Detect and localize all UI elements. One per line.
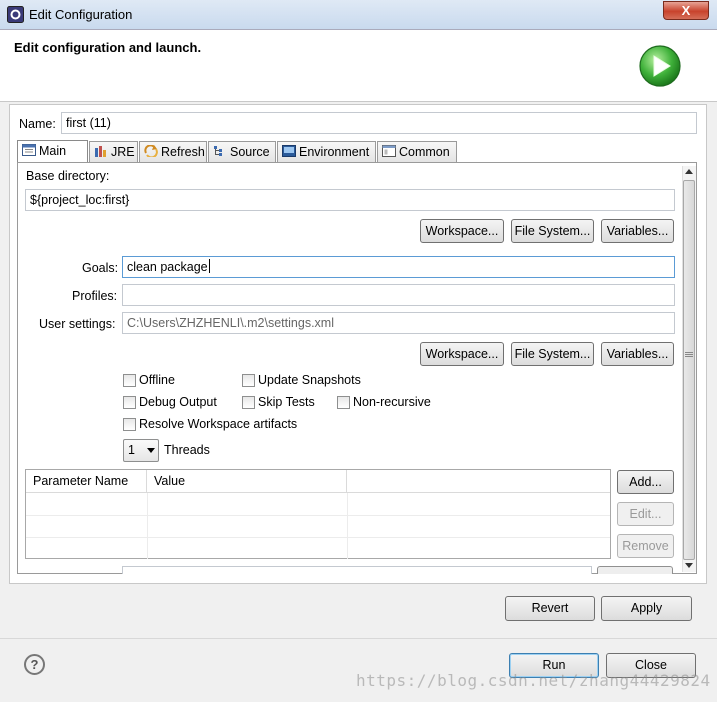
base-directory-label: Base directory: (26, 169, 110, 183)
tab-refresh[interactable]: Refresh (139, 141, 207, 163)
skip-tests-label: Skip Tests (258, 395, 315, 409)
scrollbar-grip-icon (685, 352, 693, 357)
tab-jre[interactable]: JRE (89, 141, 138, 163)
common-icon (382, 145, 396, 157)
watermark: https://blog.csdn.net/zhang44429824 (356, 671, 711, 690)
skip-tests-checkbox[interactable] (242, 396, 255, 409)
jre-icon (95, 146, 106, 157)
scroll-up-arrow-icon[interactable] (685, 169, 693, 174)
name-field[interactable]: first (11) (61, 112, 697, 134)
goals-label: Goals: (82, 261, 119, 275)
resolve-workspace-checkbox[interactable] (123, 418, 136, 431)
goals-field[interactable]: clean package (122, 256, 675, 278)
clipped-button (597, 566, 673, 574)
user-settings-label: User settings: (39, 317, 116, 331)
offline-label: Offline (139, 373, 175, 387)
parameter-table[interactable]: Parameter Name Value (25, 469, 611, 559)
window-title: Edit Configuration (29, 7, 133, 22)
debug-output-checkbox[interactable] (123, 396, 136, 409)
base-directory-field[interactable]: ${project_loc:first} (25, 189, 675, 211)
settings-workspace-button[interactable]: Workspace... (420, 342, 504, 366)
refresh-icon (144, 145, 158, 157)
column-header-filler (347, 470, 610, 493)
table-column-divider (347, 493, 348, 559)
remove-parameter-button[interactable]: Remove (617, 534, 674, 558)
scrollbar-thumb[interactable] (683, 180, 695, 560)
user-settings-field[interactable]: C:\Users\ZHZHENLI\.m2\settings.xml (122, 312, 675, 334)
tab-jre-label: JRE (111, 145, 135, 159)
name-label: Name: (19, 117, 56, 131)
threads-select[interactable]: 1 (123, 439, 159, 462)
base-variables-button[interactable]: Variables... (601, 219, 674, 243)
table-row-divider (26, 537, 610, 538)
threads-select-value: 1 (128, 443, 135, 457)
edit-parameter-button[interactable]: Edit... (617, 502, 674, 526)
tab-main-label: Main (39, 144, 67, 158)
close-window-button[interactable]: X (663, 1, 709, 20)
tab-source[interactable]: Source (208, 141, 276, 163)
resolve-workspace-label: Resolve Workspace artifacts (139, 417, 298, 431)
footer-divider (0, 638, 717, 639)
base-workspace-button[interactable]: Workspace... (420, 219, 504, 243)
profiles-label: Profiles: (72, 289, 118, 303)
tab-bar: Main JRE Refresh Source Environment Comm… (17, 140, 697, 164)
threads-label: Threads (164, 443, 210, 457)
tab-environment-label: Environment (299, 145, 370, 159)
non-recursive-label: Non-recursive (353, 395, 431, 409)
tab-environment[interactable]: Environment (277, 141, 376, 163)
apply-button[interactable]: Apply (601, 596, 692, 621)
source-icon (214, 146, 222, 156)
tab-refresh-label: Refresh (161, 145, 205, 159)
environment-icon (282, 145, 296, 157)
eclipse-app-icon (7, 6, 24, 23)
table-column-divider (147, 493, 148, 559)
tab-source-label: Source (230, 145, 270, 159)
profiles-field[interactable] (122, 284, 675, 306)
table-row-divider (26, 515, 610, 516)
header-title: Edit configuration and launch. (14, 40, 202, 55)
tab-common-label: Common (399, 145, 450, 159)
add-parameter-button[interactable]: Add... (617, 470, 674, 494)
base-file-system-button[interactable]: File System... (511, 219, 594, 243)
tab-common[interactable]: Common (377, 141, 457, 163)
help-icon[interactable]: ? (24, 654, 45, 675)
run-launch-icon (639, 45, 681, 87)
main-tab-icon (22, 144, 36, 156)
goals-field-value: clean package (127, 260, 208, 274)
column-header-value[interactable]: Value (147, 470, 347, 493)
tab-main[interactable]: Main (17, 140, 88, 164)
settings-file-system-button[interactable]: File System... (511, 342, 594, 366)
scroll-down-arrow-icon[interactable] (685, 563, 693, 568)
update-snapshots-label: Update Snapshots (258, 373, 361, 387)
non-recursive-checkbox[interactable] (337, 396, 350, 409)
column-header-parameter-name[interactable]: Parameter Name (26, 470, 147, 493)
chevron-down-icon (147, 448, 155, 453)
settings-variables-button[interactable]: Variables... (601, 342, 674, 366)
debug-output-label: Debug Output (139, 395, 217, 409)
update-snapshots-checkbox[interactable] (242, 374, 255, 387)
text-cursor (208, 259, 210, 273)
revert-button[interactable]: Revert (505, 596, 595, 621)
clipped-field (122, 566, 592, 574)
offline-checkbox[interactable] (123, 374, 136, 387)
